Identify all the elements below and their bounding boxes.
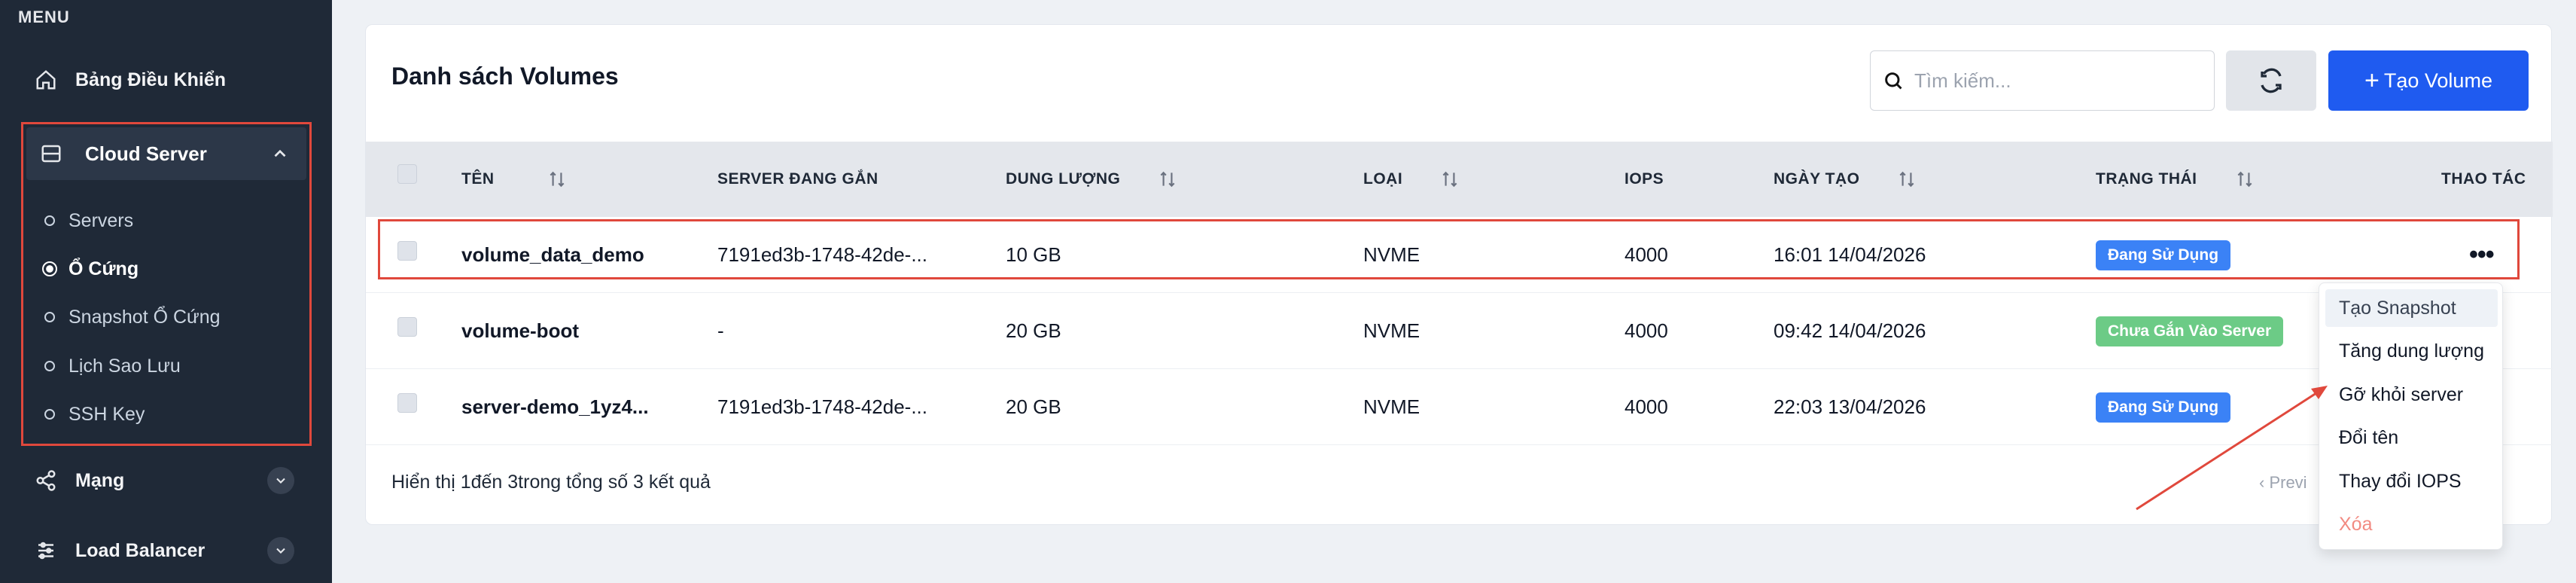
column-label: LOẠI xyxy=(1363,170,1403,188)
column-label: TRẠNG THÁI xyxy=(2096,170,2197,188)
chevron-down-icon[interactable] xyxy=(267,467,294,494)
sub-item-label: Snapshot Ổ Cứng xyxy=(69,306,221,328)
previous-page-button[interactable]: ‹ Previ xyxy=(2259,473,2307,493)
dot-icon xyxy=(44,409,55,420)
column-created[interactable]: NGÀY TẠO xyxy=(1774,142,1917,217)
sub-item-label: Lịch Sao Lưu xyxy=(69,355,181,377)
column-name[interactable]: TÊN xyxy=(461,142,567,217)
table-header: TÊN SERVER ĐANG GẮN DUNG LƯỢNG LOẠI IOPS… xyxy=(366,142,2553,217)
status-badge: Chưa Gắn Vào Server xyxy=(2096,316,2284,346)
cell-server: - xyxy=(717,319,724,342)
search-box[interactable] xyxy=(1870,50,2215,111)
sub-item-ssh-key[interactable]: SSH Key xyxy=(44,399,145,429)
cell-created: 22:03 13/04/2026 xyxy=(1774,395,1926,418)
column-iops: IOPS xyxy=(1624,142,1664,217)
cell-created: 09:42 14/04/2026 xyxy=(1774,319,1926,342)
nav-network[interactable]: Mạng xyxy=(33,462,124,499)
sliders-icon xyxy=(33,538,59,563)
column-label: DUNG LƯỢNG xyxy=(1006,170,1121,188)
column-size[interactable]: DUNG LƯỢNG xyxy=(1006,142,1177,217)
home-icon xyxy=(33,67,59,93)
sort-icon[interactable] xyxy=(2235,169,2255,189)
cell-server: 7191ed3b-1748-42de-... xyxy=(717,395,928,418)
sort-icon[interactable] xyxy=(547,169,567,189)
sidebar: MENU Bảng Điều Khiển Cloud Server Server… xyxy=(0,0,332,583)
actions-dropdown: Tạo Snapshot Tăng dung lượng Gỡ khỏi ser… xyxy=(2319,282,2503,550)
sub-item-label: Servers xyxy=(69,209,134,231)
column-label: THAO TÁC xyxy=(2441,170,2526,188)
cell-name[interactable]: server-demo_1yz4... xyxy=(461,369,649,445)
pagination-summary: Hiển thị 1đến 3trong tổng số 3 kết quả xyxy=(391,472,711,493)
status-badge: Đang Sử Dụng xyxy=(2096,392,2231,423)
dot-icon xyxy=(44,312,55,322)
nav-load-balancer-label: Load Balancer xyxy=(75,539,206,561)
refresh-button[interactable] xyxy=(2226,50,2316,111)
sort-icon[interactable] xyxy=(1440,169,1460,189)
menu-item-increase-size[interactable]: Tăng dung lượng xyxy=(2325,332,2498,370)
server-icon xyxy=(38,141,64,166)
nav-dashboard[interactable]: Bảng Điều Khiển xyxy=(33,62,226,98)
menu-title: MENU xyxy=(18,8,70,26)
nav-network-label: Mạng xyxy=(75,469,125,491)
cell-type: NVME xyxy=(1363,319,1420,342)
nav-cloud-server[interactable]: Cloud Server xyxy=(26,127,306,180)
column-label: IOPS xyxy=(1624,170,1664,188)
row-checkbox[interactable] xyxy=(397,393,417,413)
column-status[interactable]: TRẠNG THÁI xyxy=(2096,142,2255,217)
column-server: SERVER ĐANG GẮN xyxy=(717,142,878,217)
sub-item-disks[interactable]: Ổ Cứng xyxy=(42,254,139,284)
cell-size: 20 GB xyxy=(1006,319,1061,342)
sub-item-servers[interactable]: Servers xyxy=(44,206,133,236)
column-label: TÊN xyxy=(461,170,495,188)
column-actions: THAO TÁC xyxy=(2441,142,2526,217)
volumes-card: Danh sách Volumes + Tạo Volume TÊN SERVE… xyxy=(365,24,2553,525)
cell-status: Đang Sử Dụng xyxy=(2096,369,2231,445)
table-row[interactable]: volume-boot - 20 GB NVME 4000 09:42 14/0… xyxy=(366,293,2553,369)
menu-item-create-snapshot[interactable]: Tạo Snapshot xyxy=(2325,289,2498,327)
menu-item-rename[interactable]: Đổi tên xyxy=(2325,419,2498,456)
dot-icon xyxy=(44,215,55,226)
chevron-up-icon[interactable] xyxy=(270,144,290,163)
sub-item-label: SSH Key xyxy=(69,403,145,425)
cell-name[interactable]: volume-boot xyxy=(461,293,579,369)
sort-icon[interactable] xyxy=(1897,169,1917,189)
nav-load-balancer[interactable]: Load Balancer xyxy=(33,533,205,569)
refresh-icon xyxy=(2261,68,2282,93)
column-label: NGÀY TẠO xyxy=(1774,170,1860,188)
row-checkbox[interactable] xyxy=(397,317,417,337)
cloud-server-group: Cloud Server Servers Ổ Cứng Snapshot Ổ C… xyxy=(21,122,312,446)
column-type[interactable]: LOẠI xyxy=(1363,142,1460,217)
nav-cloud-server-label: Cloud Server xyxy=(85,142,207,165)
radio-active-icon xyxy=(42,261,57,276)
menu-item-detach[interactable]: Gỡ khỏi server xyxy=(2325,376,2498,414)
menu-item-delete[interactable]: Xóa xyxy=(2325,505,2498,543)
page-title: Danh sách Volumes xyxy=(391,63,619,90)
sort-icon[interactable] xyxy=(1158,169,1177,189)
share-icon xyxy=(33,468,59,493)
create-volume-label: Tạo Volume xyxy=(2383,69,2492,92)
cell-size: 20 GB xyxy=(1006,395,1061,418)
column-label: SERVER ĐANG GẮN xyxy=(717,170,878,188)
highlight-annotation xyxy=(378,219,2520,279)
sub-item-snapshots[interactable]: Snapshot Ổ Cứng xyxy=(44,302,221,332)
search-icon xyxy=(1885,72,1902,90)
dot-icon xyxy=(44,361,55,371)
chevron-down-icon[interactable] xyxy=(267,537,294,564)
menu-item-change-iops[interactable]: Thay đổi IOPS xyxy=(2325,462,2498,500)
nav-dashboard-label: Bảng Điều Khiển xyxy=(75,69,227,90)
cell-iops: 4000 xyxy=(1624,395,1668,418)
plus-icon: + xyxy=(2364,66,2380,95)
search-input[interactable] xyxy=(1914,69,2200,93)
cell-iops: 4000 xyxy=(1624,319,1668,342)
sub-item-backup-schedule[interactable]: Lịch Sao Lưu xyxy=(44,351,181,381)
select-all-checkbox[interactable] xyxy=(397,164,417,184)
sub-item-label: Ổ Cứng xyxy=(69,258,139,279)
table-row[interactable]: server-demo_1yz4... 7191ed3b-1748-42de-.… xyxy=(366,369,2553,445)
cell-type: NVME xyxy=(1363,395,1420,418)
create-volume-button[interactable]: + Tạo Volume xyxy=(2328,50,2529,111)
cell-status: Chưa Gắn Vào Server xyxy=(2096,293,2284,369)
